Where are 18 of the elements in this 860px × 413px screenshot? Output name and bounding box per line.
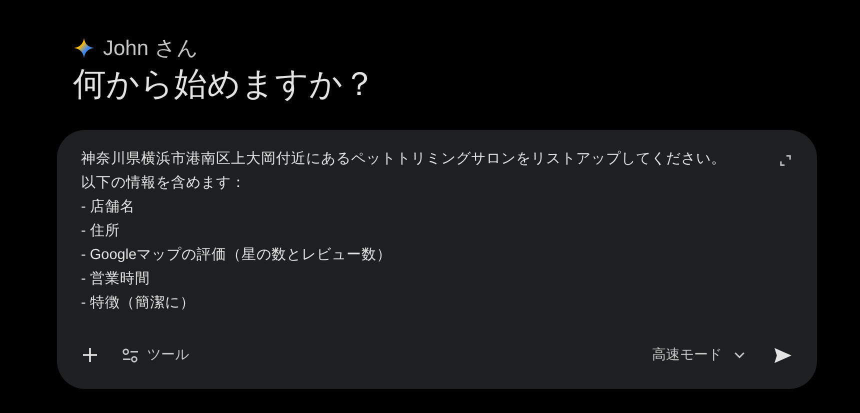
mode-dropdown[interactable]: 高速モード bbox=[652, 346, 745, 364]
prompt-line: - 特徴（簡潔に） bbox=[81, 294, 196, 313]
send-icon[interactable] bbox=[773, 346, 793, 364]
prompt-line: 以下の情報を含めます： bbox=[81, 174, 247, 193]
prompt-line: 神奈川県横浜市港南区上大岡付近にあるペットトリミングサロンをリストアップしてください。 bbox=[81, 150, 727, 169]
prompt-line: - 店舗名 bbox=[81, 198, 136, 217]
tools-icon bbox=[122, 348, 139, 362]
prompt-field[interactable]: 神奈川県横浜市港南区上大岡付近にあるペットトリミングサロンをリストアップしてください。 以下の情報を含めます： - 店舗名 - 住所 - Googleマップの評価（星の数とレビュー数） - 営業時間 - 特徴（簡潔に） bbox=[81, 147, 768, 315]
add-icon[interactable] bbox=[82, 347, 98, 363]
sparkle-icon bbox=[73, 37, 95, 59]
expand-icon[interactable] bbox=[780, 155, 791, 166]
user-greeting: John さん bbox=[103, 36, 198, 62]
heading: 何から始めますか？ bbox=[73, 64, 377, 104]
tools-button[interactable]: ツール bbox=[122, 346, 189, 364]
prompt-line: - 住所 bbox=[81, 222, 121, 241]
chevron-down-icon bbox=[734, 352, 745, 358]
prompt-line: - 営業時間 bbox=[81, 270, 151, 289]
prompt-line: - Googleマップの評価（星の数とレビュー数） bbox=[81, 246, 393, 265]
